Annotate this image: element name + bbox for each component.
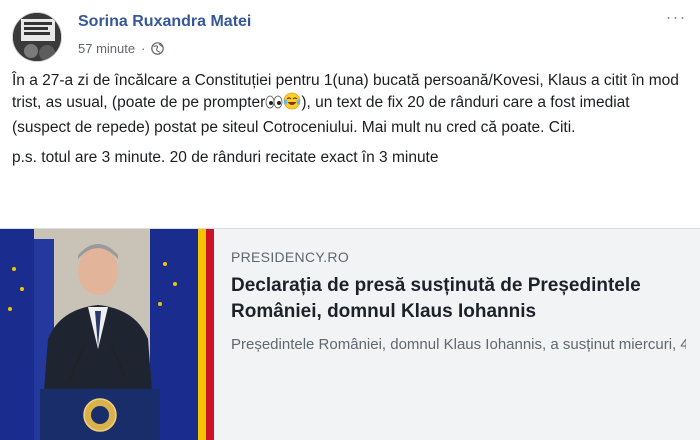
post-time[interactable]: 57 minute bbox=[78, 41, 135, 56]
author-name[interactable]: Sorina Ruxandra Matei bbox=[78, 13, 251, 31]
meta-separator: · bbox=[141, 41, 146, 56]
post-meta: 57 minute · bbox=[78, 41, 165, 56]
link-preview-card[interactable]: PRESIDENCY.RO Declarația de presă susțin… bbox=[0, 228, 700, 440]
link-title[interactable]: Declarația de presă susținută de Președi… bbox=[231, 273, 686, 325]
globe-icon[interactable] bbox=[151, 42, 165, 55]
link-thumbnail[interactable] bbox=[0, 229, 214, 440]
link-domain: PRESIDENCY.RO bbox=[231, 249, 350, 265]
facebook-post: Sorina Ruxandra Matei 57 minute · ··· În… bbox=[0, 0, 700, 440]
link-description: Președintele României, domnul Klaus Ioha… bbox=[231, 336, 686, 353]
avatar[interactable] bbox=[12, 12, 62, 62]
post-ps-paragraph: p.s. totul are 3 minute. 20 de rânduri r… bbox=[12, 149, 439, 166]
post-text: În a 27-a zi de încălcare a Constituției… bbox=[12, 70, 688, 177]
eyes-emoji bbox=[265, 94, 283, 117]
more-options-icon[interactable]: ··· bbox=[664, 8, 688, 32]
link-body: PRESIDENCY.RO Declarația de presă susțin… bbox=[231, 249, 686, 356]
post-paragraph: În a 27-a zi de încălcare a Constituției… bbox=[12, 70, 688, 139]
post-header: Sorina Ruxandra Matei 57 minute · ··· bbox=[12, 8, 688, 62]
tears-of-joy-emoji bbox=[283, 92, 301, 117]
